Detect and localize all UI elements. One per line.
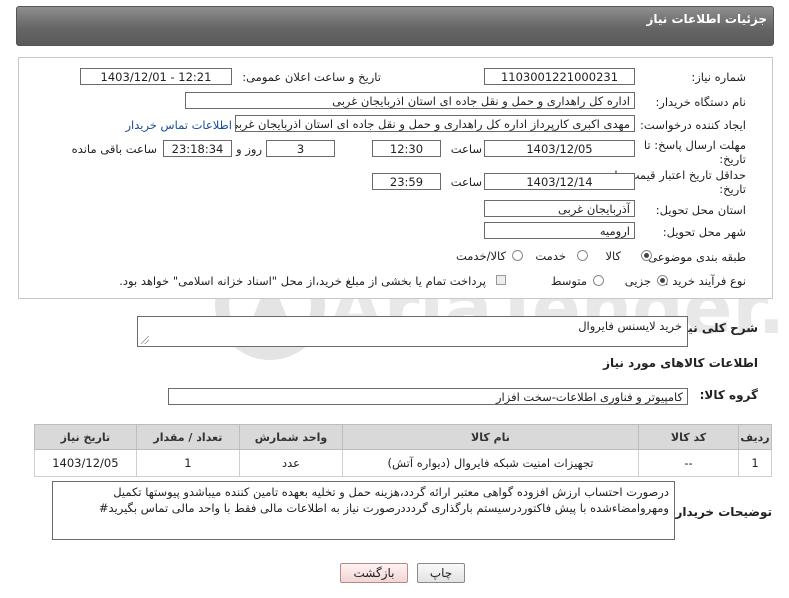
col-qty-header: تعداد / مقدار [135, 424, 241, 450]
cell-unit: عدد [239, 449, 343, 477]
goods-group-label: گروه کالا: [699, 388, 758, 402]
col-date-header: تاریخ نیاز [34, 424, 137, 450]
col-code-header: کد کالا [638, 424, 740, 450]
category-goods-service-radio[interactable] [512, 250, 523, 261]
category-goods-label: کالا [605, 249, 621, 263]
treasury-payment-note: پرداخت تمام یا بخشی از مبلغ خرید،از محل … [119, 274, 486, 288]
back-button[interactable]: بازگشت [340, 563, 408, 583]
delivery-province-field[interactable]: آذربایجان غربی [484, 200, 635, 217]
buyer-notes-label: توضیحات خریدار: [670, 505, 772, 519]
reply-deadline-label: مهلت ارسال پاسخ: تا [643, 138, 746, 152]
buyer-contact-link[interactable]: اطلاعات تماس خریدار [125, 118, 232, 132]
buyer-org-label: نام دستگاه خریدار: [655, 95, 746, 109]
remaining-time-label: ساعت باقی مانده [71, 142, 157, 156]
reply-deadline-time-field[interactable]: 12:30 [372, 140, 441, 157]
delivery-city-label: شهر محل تحویل: [662, 225, 746, 239]
delivery-province-label: استان محل تحویل: [655, 203, 746, 217]
category-service-radio[interactable] [577, 250, 588, 261]
price-validity-time-label: ساعت [450, 175, 482, 189]
items-table: ردیف کد کالا نام کالا واحد شمارش تعداد /… [34, 424, 772, 477]
description-textarea[interactable]: خرید لایسنس فایروال [137, 316, 688, 347]
announce-datetime-field[interactable]: 1403/12/01 - 12:21 [80, 68, 232, 85]
cell-need-date: 1403/12/05 [34, 449, 137, 477]
goods-group-field[interactable]: کامپیوتر و فناوری اطلاعات-سخت افزار [168, 388, 688, 405]
buyer-notes-text: درصورت احتساب ارزش افزوده گواهی معتبر ار… [98, 485, 669, 515]
cell-item-name: تجهیزات امنیت شبکه فایروال (دیواره آتش) [341, 449, 640, 477]
subject-category-label: طبقه بندی موضوعی: [644, 250, 746, 264]
goods-info-title: اطلاعات کالاهای مورد نیاز [603, 356, 758, 370]
reply-deadline-date-field[interactable]: 1403/12/05 [484, 140, 635, 157]
process-medium-label: متوسط [550, 274, 587, 288]
col-unit-header: واحد شمارش [239, 424, 343, 450]
need-number-field[interactable]: 1103001221000231 [484, 68, 635, 85]
table-header-row: ردیف کد کالا نام کالا واحد شمارش تعداد /… [34, 424, 772, 450]
reply-deadline-days-label: روز و [236, 142, 262, 156]
category-goods-service-label: کالا/خدمت [455, 249, 506, 263]
price-validity-label-date: تاریخ: [719, 182, 746, 196]
process-medium-radio[interactable] [593, 275, 604, 286]
category-service-label: خدمت [535, 249, 566, 263]
process-minor-label: جزیی [624, 274, 651, 288]
reply-deadline-label-date: تاریخ: [719, 152, 746, 166]
table-row[interactable]: 1 -- تجهیزات امنیت شبکه فایروال (دیواره … [34, 449, 772, 477]
delivery-city-field[interactable]: ارومیه [484, 222, 635, 239]
reply-deadline-time-label: ساعت [450, 142, 482, 156]
requester-label: ایجاد کننده درخواست: [640, 118, 746, 132]
announce-datetime-label: تاریخ و ساعت اعلان عمومی: [242, 70, 381, 84]
reply-deadline-days-field[interactable]: 3 [266, 140, 335, 157]
buyer-org-field[interactable]: اداره کل راهداری و حمل و نقل جاده ای است… [185, 92, 635, 109]
process-minor-radio[interactable] [657, 275, 668, 286]
purchase-process-label: نوع فرآیند خرید : [664, 274, 746, 288]
resize-grip-icon[interactable] [141, 336, 149, 344]
price-validity-date-field[interactable]: 1403/12/14 [484, 173, 635, 190]
requester-field[interactable]: مهدی اکبری کارپرداز اداره کل راهداری و ح… [235, 115, 635, 132]
need-number-label: شماره نیاز: [691, 70, 746, 84]
col-name-header: نام کالا [341, 424, 640, 450]
page-title: جزئیات اطلاعات نیاز [646, 12, 767, 26]
cell-quantity: 1 [135, 449, 241, 477]
cell-item-code: -- [638, 449, 740, 477]
price-validity-time-field[interactable]: 23:59 [372, 173, 441, 190]
col-row-header: ردیف [738, 424, 772, 450]
buyer-notes-textarea[interactable]: درصورت احتساب ارزش افزوده گواهی معتبر ار… [52, 481, 675, 540]
print-button[interactable]: چاپ [417, 563, 465, 583]
description-text: خرید لایسنس فایروال [578, 319, 682, 333]
cell-row-number: 1 [738, 449, 772, 477]
treasury-payment-checkbox[interactable] [496, 275, 506, 285]
category-goods-radio[interactable] [641, 250, 652, 261]
remaining-time-field[interactable]: 23:18:34 [163, 140, 232, 157]
